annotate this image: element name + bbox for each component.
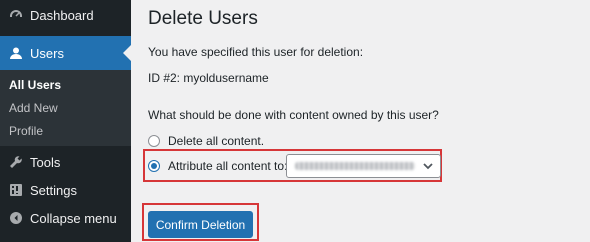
settings-icon	[8, 182, 24, 198]
option-delete-content[interactable]: Delete all content.	[148, 134, 264, 148]
sidebar-item-users[interactable]: Users	[0, 36, 131, 70]
sidebar-item-dashboard[interactable]: Dashboard	[0, 0, 131, 30]
sidebar-collapse-menu[interactable]: Collapse menu	[0, 203, 131, 233]
redacted-user-name	[295, 162, 415, 170]
delete-content-label: Delete all content.	[168, 134, 265, 148]
admin-sidebar: Dashboard Users All Users Add New Profil…	[0, 0, 131, 242]
sidebar-item-label: Tools	[30, 154, 61, 170]
intro-text: You have specified this user for deletio…	[148, 45, 364, 59]
option-attribute-content[interactable]: Attribute all content to:	[148, 159, 287, 173]
sidebar-item-settings[interactable]: Settings	[0, 175, 131, 205]
content-question: What should be done with content owned b…	[148, 108, 439, 122]
dashboard-icon	[8, 7, 24, 23]
chevron-down-icon	[422, 159, 434, 178]
delete-content-radio[interactable]	[148, 135, 160, 147]
attribute-content-radio[interactable]	[148, 160, 160, 172]
sidebar-item-label: Users	[30, 45, 64, 61]
sidebar-item-label: Dashboard	[30, 7, 94, 23]
submenu-add-new[interactable]: Add New	[9, 101, 58, 115]
sidebar-item-tools[interactable]: Tools	[0, 147, 131, 177]
attribute-content-label: Attribute all content to:	[168, 159, 288, 173]
users-icon	[8, 45, 24, 61]
attribute-user-select[interactable]	[286, 154, 441, 178]
wrench-icon	[8, 154, 24, 170]
confirm-deletion-button[interactable]: Confirm Deletion	[148, 211, 253, 238]
page-title: Delete Users	[148, 8, 258, 29]
users-submenu: All Users Add New Profile	[0, 70, 131, 146]
submenu-all-users[interactable]: All Users	[9, 78, 61, 92]
collapse-arrow-icon	[8, 210, 24, 226]
sidebar-item-label: Settings	[30, 182, 77, 198]
sidebar-item-label: Collapse menu	[30, 210, 117, 226]
user-id-line: ID #2: myoldusername	[148, 71, 269, 85]
main-content: Delete Users You have specified this use…	[142, 0, 590, 242]
submenu-profile[interactable]: Profile	[9, 124, 43, 138]
